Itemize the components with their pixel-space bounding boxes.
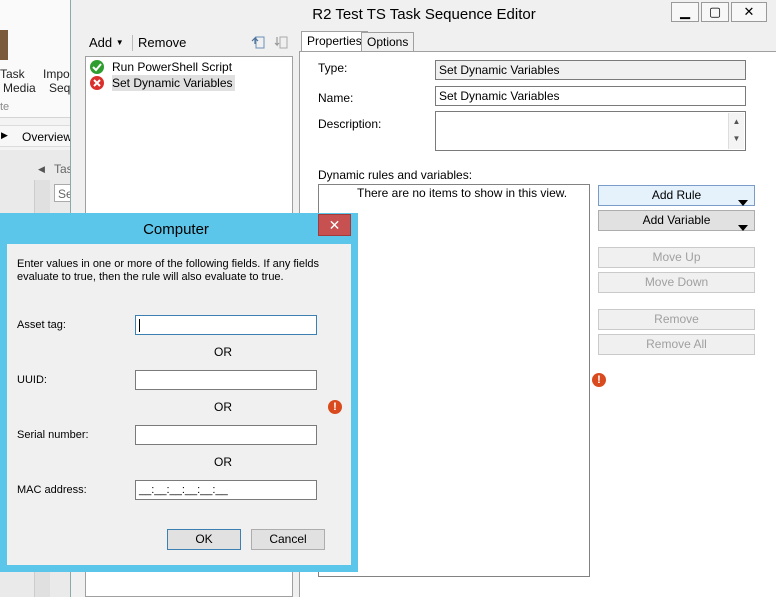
mac-address-input[interactable]: __:__:__:__:__:__ — [135, 480, 317, 500]
maximize-button[interactable]: ▢ — [701, 2, 729, 22]
nav-bar[interactable]: ▶ Overview — [0, 125, 72, 147]
uuid-input[interactable] — [135, 370, 317, 390]
dialog-close-button[interactable]: ✕ — [318, 214, 351, 236]
minimize-icon: ▁ — [680, 4, 690, 19]
ribbon: Task Media Impo Seq te — [0, 0, 72, 118]
move-up-toolbar-icon[interactable] — [251, 35, 266, 50]
remove-all-button[interactable]: Remove All — [598, 334, 755, 355]
ribbon-item-task-media[interactable]: Task Media — [0, 67, 36, 95]
text-caret — [139, 319, 140, 332]
close-icon: ✕ — [328, 217, 341, 233]
scroll-up-icon[interactable]: ▲ — [729, 113, 744, 130]
dialog-error-icon: ! — [328, 400, 342, 414]
add-rule-button[interactable]: Add Rule — [598, 185, 755, 206]
add-rule-label: Add Rule — [651, 188, 702, 202]
scroll-down-icon[interactable]: ▼ — [729, 130, 744, 147]
maximize-icon: ▢ — [708, 4, 722, 19]
computer-dialog: Computer ✕ Enter values in one or more o… — [0, 213, 358, 572]
or-separator: OR — [214, 400, 232, 414]
properties-panel: Type: Set Dynamic Variables Name: Set Dy… — [299, 51, 776, 597]
cancel-button[interactable]: Cancel — [251, 529, 325, 550]
instructions-line-2: evaluate to true, then the rule will als… — [17, 271, 284, 283]
add-variable-button[interactable]: Add Variable — [598, 210, 755, 231]
toolbar-separator — [132, 35, 133, 51]
add-variable-label: Add Variable — [642, 213, 711, 227]
move-down-button[interactable]: Move Down — [598, 272, 755, 293]
close-icon: ✕ — [743, 4, 755, 19]
or-separator: OR — [214, 455, 232, 469]
asset-tag-label: Asset tag: — [17, 319, 66, 331]
add-menu-label: Add — [89, 35, 113, 50]
chevron-right-icon: ▶ — [1, 130, 8, 140]
dynamic-rules-label: Dynamic rules and variables: — [318, 168, 473, 182]
tree-item-run-powershell-script[interactable]: Run PowerShell Script — [112, 59, 232, 75]
uuid-label: UUID: — [17, 374, 47, 386]
ok-button[interactable]: OK — [167, 529, 241, 550]
close-button[interactable]: ✕ — [731, 2, 767, 22]
tab-properties[interactable]: Properties — [301, 31, 368, 51]
chevron-left-icon[interactable]: ◀ — [38, 164, 45, 175]
dropdown-arrow-icon: ▼ — [115, 38, 124, 47]
mac-address-label: MAC address: — [17, 484, 87, 496]
dialog-title-bar[interactable]: Computer ✕ — [0, 213, 358, 245]
tree-item-set-dynamic-variables[interactable]: Set Dynamic Variables — [112, 75, 235, 91]
move-down-toolbar-icon[interactable] — [274, 35, 289, 50]
title-bar[interactable]: R2 Test TS Task Sequence Editor ▁ ▢ ✕ — [71, 0, 776, 30]
name-input[interactable]: Set Dynamic Variables — [435, 86, 746, 106]
add-menu-button[interactable]: Add ▼ — [89, 35, 124, 50]
serial-number-input[interactable] — [135, 425, 317, 445]
tab-options[interactable]: Options — [361, 32, 415, 51]
dynamic-rules-list[interactable]: There are no items to show in this view. — [318, 184, 590, 577]
type-field: Set Dynamic Variables — [435, 60, 746, 80]
description-label: Description: — [318, 117, 382, 131]
nav-overview[interactable]: Overview — [22, 130, 72, 144]
description-textarea[interactable]: ▲ ▼ — [435, 111, 746, 151]
name-label: Name: — [318, 91, 354, 105]
ribbon-item-label: Media — [3, 81, 36, 95]
dialog-body: Enter values in one or more of the follo… — [7, 244, 351, 565]
ribbon-item-label: Seq — [49, 81, 71, 95]
success-check-icon — [90, 60, 104, 74]
task-media-icon — [0, 30, 8, 60]
move-up-button[interactable]: Move Up — [598, 247, 755, 268]
asset-tag-input[interactable] — [135, 315, 317, 335]
instructions-line-1: Enter values in one or more of the follo… — [17, 258, 320, 270]
error-x-icon — [90, 76, 104, 90]
ribbon-item-label: Task — [0, 67, 25, 81]
remove-button[interactable]: Remove — [598, 309, 755, 330]
validation-error-icon: ! — [592, 373, 606, 387]
ribbon-item-label: Impo — [43, 67, 70, 81]
ribbon-item-import-sequence[interactable]: Impo Seq — [43, 67, 70, 95]
dropdown-arrow-icon — [738, 218, 748, 237]
ribbon-group-label: te — [0, 101, 10, 113]
description-scrollbar[interactable]: ▲ ▼ — [728, 113, 744, 149]
minimize-button[interactable]: ▁ — [671, 2, 699, 22]
dialog-title: Computer — [143, 221, 209, 238]
type-label: Type: — [318, 61, 348, 75]
remove-toolbar-button[interactable]: Remove — [138, 35, 186, 50]
or-separator: OR — [214, 345, 232, 359]
empty-list-message: There are no items to show in this view. — [357, 186, 568, 200]
serial-number-label: Serial number: — [17, 429, 89, 441]
